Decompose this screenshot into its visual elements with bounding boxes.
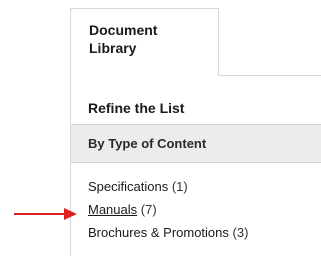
filter-link-manuals[interactable]: Manuals (88, 202, 137, 217)
tab-label-line1: Document (89, 22, 158, 38)
filter-count-brochures-promotions: (3) (232, 225, 249, 240)
filter-item-brochures-promotions: Brochures & Promotions (3) (88, 224, 248, 247)
arrow-right-icon (14, 208, 77, 220)
content-type-filter-list: Specifications (1) Manuals (7) Brochures… (88, 178, 248, 247)
document-library-panel: Document Library Refine the List By Type… (0, 0, 321, 256)
refine-list-heading: Refine the List (88, 100, 185, 116)
tab-document-library[interactable]: Document Library (70, 8, 219, 76)
panel-left-border (70, 76, 71, 256)
filter-link-brochures-promotions[interactable]: Brochures & Promotions (88, 225, 229, 240)
filter-link-specifications[interactable]: Specifications (88, 179, 168, 194)
type-of-content-label: By Type of Content (88, 136, 207, 151)
filter-count-manuals: (7) (140, 202, 157, 217)
tab-label-line2: Library (89, 40, 137, 56)
filter-item-manuals: Manuals (7) (88, 201, 248, 224)
tab-divider (219, 75, 321, 76)
filter-item-specifications: Specifications (1) (88, 178, 248, 201)
tab-label: Document Library (89, 21, 209, 57)
type-of-content-header: By Type of Content (71, 124, 321, 163)
filter-count-specifications: (1) (171, 179, 188, 194)
